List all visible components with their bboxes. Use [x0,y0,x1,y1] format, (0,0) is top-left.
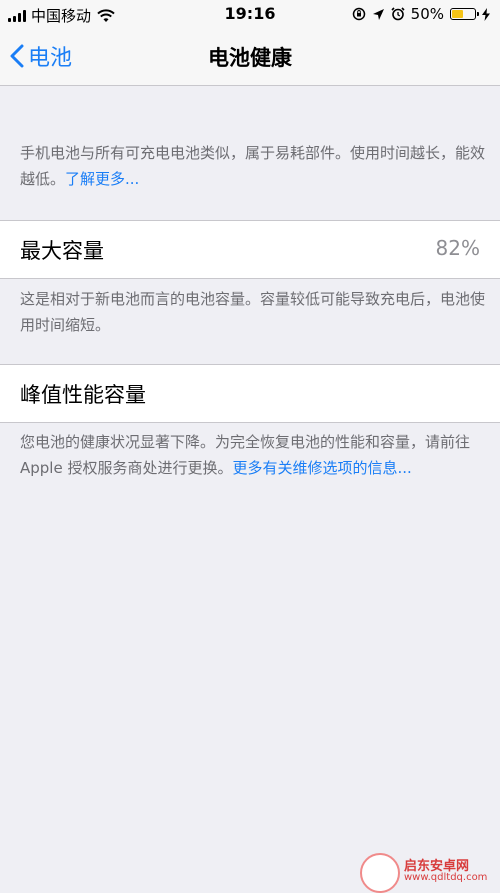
intro-footnote: 手机电池与所有可充电电池类似，属于易耗部件。使用时间越长，能效越低。了解更多..… [20,140,490,192]
peak-performance-footnote: 您电池的健康状况显著下降。为完全恢复电池的性能和容量，请前往 Apple 授权服… [20,429,490,481]
status-bar: 中国移动 19:16 50% [0,0,500,30]
alarm-icon [391,7,405,21]
watermark: 启东安卓网 www.qdltdq.com [360,853,500,893]
peak-performance-cell: 峰值性能容量 [0,364,500,423]
charging-icon [482,7,490,21]
battery-percent: 50% [410,5,444,23]
max-capacity-label: 最大容量 [20,239,104,263]
max-capacity-value: 82% [435,236,480,260]
orientation-lock-icon [352,7,365,21]
max-capacity-description: 这是相对于新电池而言的电池容量。容量较低可能导致充电后，电池使用时间缩短。 [20,290,486,334]
location-icon [372,8,384,20]
watermark-url: www.qdltdq.com [404,872,488,883]
battery-icon [450,8,479,20]
battery-fill [452,10,463,18]
peak-performance-label: 峰值性能容量 [20,383,146,407]
max-capacity-cell: 最大容量 82% [0,220,500,279]
learn-more-link[interactable]: 了解更多... [65,170,139,188]
repair-options-link[interactable]: 更多有关维修选项的信息... [232,459,411,477]
page-title: 电池健康 [208,46,292,70]
navigation-bar: 电池 电池健康 [0,30,500,86]
watermark-logo-icon [360,853,400,893]
status-right: 50% [352,5,490,23]
